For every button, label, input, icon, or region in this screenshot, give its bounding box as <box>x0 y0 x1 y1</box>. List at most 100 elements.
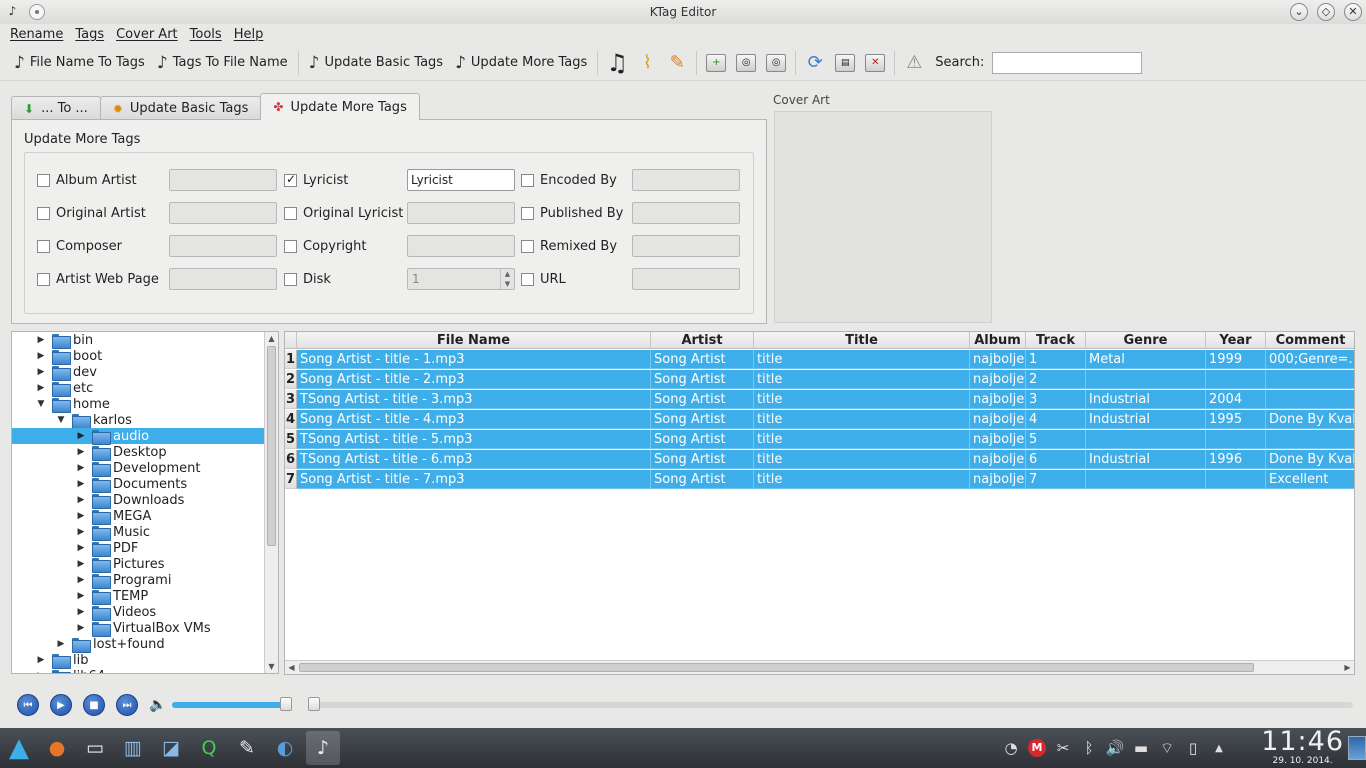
tags-to-file-name-button[interactable]: ♪ Tags To File Name <box>151 48 294 78</box>
table-cell[interactable]: TSong Artist - title - 3.mp3 <box>297 390 651 409</box>
music-note-icon[interactable]: ♫ <box>602 48 632 78</box>
table-cell[interactable] <box>1266 370 1354 389</box>
table-cell[interactable]: Song Artist <box>651 470 754 489</box>
checkbox-box[interactable] <box>521 173 534 187</box>
column-header[interactable]: Genre <box>1086 332 1206 349</box>
table-corner[interactable] <box>285 332 297 349</box>
expand-arrow-icon[interactable]: ▶ <box>76 623 86 633</box>
table-cell[interactable]: 3 <box>1026 390 1086 409</box>
update-more-tags-button[interactable]: ♪ Update More Tags <box>449 48 593 78</box>
tree-item[interactable]: ▶ etc <box>12 380 265 397</box>
mega-icon[interactable]: M <box>1024 735 1050 761</box>
table-cell[interactable]: Excellent <box>1266 470 1354 489</box>
table-cell[interactable]: najbolje <box>970 410 1026 429</box>
expand-arrow-icon[interactable]: ▶ <box>76 463 86 473</box>
expand-arrow-icon[interactable]: ▶ <box>36 671 46 673</box>
menu-tags[interactable]: Tags <box>69 27 110 42</box>
remixed-by-field[interactable] <box>632 235 740 257</box>
search-input[interactable] <box>992 51 1143 74</box>
tree-item[interactable]: ▼ karlos <box>12 412 265 429</box>
pin-button[interactable] <box>29 4 45 20</box>
disk-checkbox[interactable]: Disk <box>284 268 331 290</box>
clock[interactable]: 11:46 29. 10. 2014. <box>1261 728 1344 767</box>
table-cell[interactable]: 7 <box>1026 470 1086 489</box>
table-cell[interactable] <box>1206 370 1266 389</box>
table-cell[interactable]: Industrial <box>1086 450 1206 469</box>
tree-item[interactable]: ▶ Downloads <box>12 492 265 509</box>
checkbox-box[interactable] <box>521 206 534 220</box>
terminal-icon[interactable]: ▭ <box>78 731 112 765</box>
expand-arrow-icon[interactable]: ▶ <box>76 495 86 505</box>
tree-item[interactable]: ▶ Music <box>12 524 265 541</box>
seek-slider[interactable] <box>308 697 1354 711</box>
table-cell[interactable]: title <box>754 370 970 389</box>
table-row[interactable]: 6 TSong Artist - title - 6.mp3 Song Artist… <box>285 450 1354 469</box>
tree-item[interactable]: ▶ lib64 <box>12 668 265 673</box>
published-by-field[interactable] <box>632 202 740 224</box>
qt-creator-icon[interactable]: Q <box>192 731 226 765</box>
table-cell[interactable] <box>1206 470 1266 489</box>
previous-track-icon[interactable]: ⏮ <box>17 694 39 716</box>
table-cell[interactable] <box>1206 430 1266 449</box>
table-cell[interactable]: Industrial <box>1086 410 1206 429</box>
tab-update-basic-tags[interactable]: ✹ Update Basic Tags <box>99 96 262 120</box>
table-cell[interactable]: Industrial <box>1086 390 1206 409</box>
column-header[interactable]: Title <box>754 332 970 349</box>
table-cell[interactable]: najbolje <box>970 390 1026 409</box>
tab-rename[interactable]: ⬇ ... To ... <box>11 96 101 120</box>
scroll-thumb[interactable] <box>267 346 276 546</box>
tree-item[interactable]: ▶ Development <box>12 460 265 477</box>
table-cell[interactable]: Song Artist <box>651 410 754 429</box>
original-artist-field[interactable] <box>169 202 277 224</box>
published-by-checkbox[interactable]: Published By <box>521 202 623 224</box>
display-icon[interactable]: ▬ <box>1128 735 1154 761</box>
column-header[interactable]: Comment <box>1266 332 1354 349</box>
table-cell[interactable]: title <box>754 430 970 449</box>
table-cell[interactable]: Song Artist - title - 7.mp3 <box>297 470 651 489</box>
table-row[interactable]: 3 TSong Artist - title - 3.mp3 Song Artist… <box>285 390 1354 409</box>
expand-arrow-icon[interactable]: ▶ <box>76 543 86 553</box>
table-cell[interactable]: najbolje <box>970 470 1026 489</box>
table-cell[interactable]: 1996 <box>1206 450 1266 469</box>
scroll-left-icon[interactable]: ◀ <box>285 661 298 674</box>
checkbox-box[interactable] <box>521 239 534 253</box>
table-cell[interactable]: 1999 <box>1206 350 1266 369</box>
seek-handle[interactable] <box>308 697 321 711</box>
table-cell[interactable]: title <box>754 470 970 489</box>
table-cell[interactable]: Song Artist <box>651 450 754 469</box>
kde-icon[interactable]: ◐ <box>268 731 302 765</box>
table-cell[interactable]: Song Artist <box>651 390 754 409</box>
table-cell[interactable]: Song Artist - title - 2.mp3 <box>297 370 651 389</box>
column-header[interactable]: Album <box>970 332 1026 349</box>
expand-arrow-icon[interactable]: ▶ <box>76 447 86 457</box>
next-track-icon[interactable]: ⏭ <box>116 694 138 716</box>
checkbox-box[interactable] <box>521 272 534 286</box>
table-cell[interactable]: Done By Kvale <box>1266 450 1354 469</box>
app-launcher-icon[interactable]: ▲ <box>2 731 36 765</box>
album-artist-field[interactable] <box>169 169 277 191</box>
tree-item[interactable]: ▶ Documents <box>12 476 265 493</box>
scroll-right-icon[interactable]: ▶ <box>1341 661 1354 674</box>
tree-item[interactable]: ▶ dev <box>12 364 265 381</box>
volume-handle[interactable] <box>280 697 293 711</box>
cover-disc-alt-icon[interactable]: ◎ <box>761 48 791 78</box>
menu-rename[interactable]: Rename <box>4 27 69 42</box>
table-cell[interactable]: Song Artist <box>651 370 754 389</box>
play-icon[interactable]: ▶ <box>50 694 72 716</box>
volume-icon[interactable]: 🔈 <box>149 697 166 713</box>
refresh-icon[interactable]: ⟳ <box>800 48 830 78</box>
column-header[interactable]: Year <box>1206 332 1266 349</box>
minimize-button[interactable]: ⌄ <box>1290 3 1308 21</box>
pencil-icon[interactable]: ✎ <box>662 48 692 78</box>
checkbox-box[interactable] <box>37 239 50 253</box>
composer-field[interactable] <box>169 235 277 257</box>
table-cell[interactable] <box>1086 470 1206 489</box>
file-table[interactable]: File Name Artist Title Album Track Genre Year C… <box>284 331 1355 675</box>
table-cell[interactable]: title <box>754 410 970 429</box>
expand-arrow-icon[interactable]: ▶ <box>76 591 86 601</box>
artist-web-page-field[interactable] <box>169 268 277 290</box>
expand-arrow-icon[interactable]: ▶ <box>36 367 46 377</box>
expand-arrow-icon[interactable]: ▶ <box>76 607 86 617</box>
tree-item[interactable]: ▶ Pictures <box>12 556 265 573</box>
system-monitor-icon[interactable]: ◪ <box>154 731 188 765</box>
